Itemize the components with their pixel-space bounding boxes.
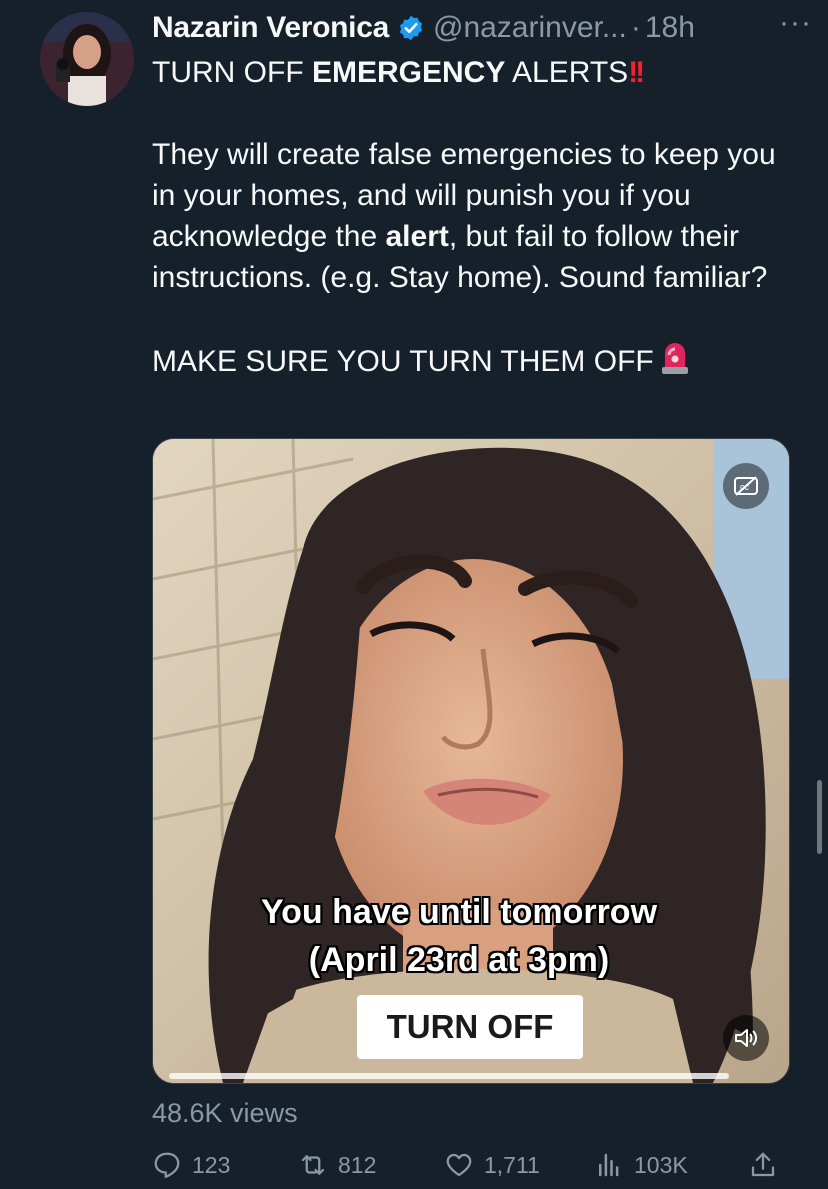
captions-off-icon: cc — [734, 476, 758, 496]
video-turn-off-label: TURN OFF — [357, 995, 583, 1059]
bar-chart-icon — [599, 1153, 619, 1177]
retweet-button[interactable]: 812 — [298, 1150, 376, 1180]
author-handle[interactable]: @nazarinver... — [433, 11, 627, 45]
tweet-action-bar: 123 812 1,711 103K — [152, 1150, 792, 1186]
tweet-paragraph-2: They will create false emergencies to ke… — [152, 138, 776, 294]
like-button[interactable]: 1,711 — [444, 1150, 540, 1180]
more-options-icon[interactable]: ··· — [779, 6, 812, 40]
reply-count: 123 — [192, 1151, 231, 1178]
reply-button[interactable]: 123 — [152, 1150, 230, 1180]
verified-badge-icon — [399, 15, 423, 41]
heart-icon — [446, 1153, 472, 1177]
mute-toggle-button[interactable] — [723, 1015, 769, 1061]
tweet-paragraph-3: MAKE SURE YOU TURN THEM OFF — [152, 339, 802, 382]
tweet-line-1: TURN OFF EMERGENCY ALERTS!! — [152, 56, 645, 89]
avatar-image — [40, 12, 134, 106]
video-caption-line-1: You have until tomorrow — [260, 893, 658, 931]
retweet-icon — [301, 1155, 325, 1175]
tweet-header: Nazarin Veronica @nazarinver... · 18h — [152, 8, 808, 48]
analytics-button[interactable]: 103K — [594, 1150, 688, 1180]
video-frame — [153, 439, 789, 1083]
tweet-text: TURN OFF EMERGENCY ALERTS!! They will cr… — [152, 52, 802, 382]
reply-icon — [154, 1152, 180, 1178]
analytics-count: 103K — [634, 1151, 688, 1178]
video-player[interactable]: cc You have until tomorrow (April 23rd a… — [152, 438, 790, 1084]
speaker-icon — [735, 1029, 757, 1047]
captions-toggle-button[interactable]: cc — [723, 463, 769, 509]
author-name[interactable]: Nazarin Veronica — [152, 11, 389, 45]
like-count: 1,711 — [484, 1151, 540, 1178]
share-icon — [751, 1152, 775, 1177]
scrollbar-thumb[interactable] — [817, 780, 822, 854]
siren-emoji-icon — [661, 343, 688, 374]
retweet-count: 812 — [338, 1151, 377, 1178]
video-progress-bar[interactable] — [169, 1073, 729, 1079]
tweet-time[interactable]: 18h — [645, 11, 695, 45]
dot-separator: · — [630, 11, 641, 44]
double-exclamation-emoji: !! — [628, 56, 645, 89]
share-button[interactable] — [748, 1150, 788, 1180]
author-avatar[interactable] — [40, 12, 134, 106]
view-count[interactable]: 48.6K views — [152, 1098, 298, 1129]
video-caption-line-2: (April 23rd at 3pm) — [308, 941, 610, 979]
